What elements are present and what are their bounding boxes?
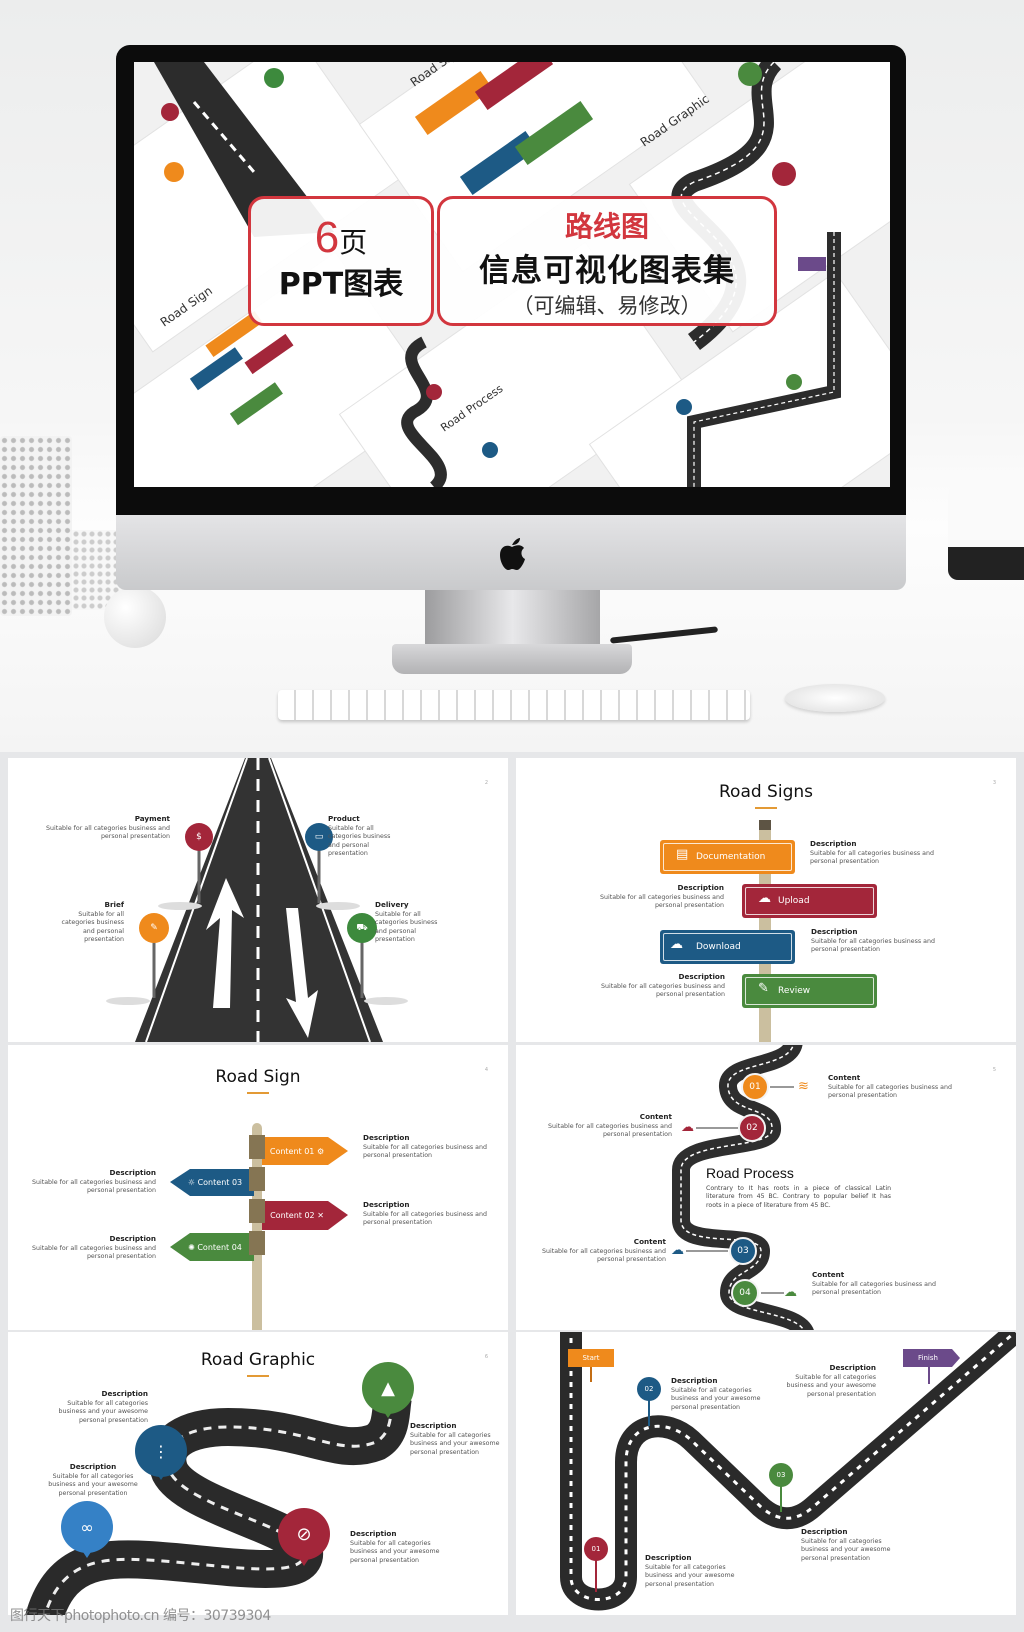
truck-icon: ⛟ bbox=[347, 913, 377, 943]
banner-page-count: 6页 PPT图表 bbox=[248, 196, 434, 326]
pin-description: Description Suitable for all categories b… bbox=[671, 1376, 761, 1411]
sign-content-03: ☼ Content 03 bbox=[187, 1178, 243, 1187]
pin-description: Description Suitable for all categories b… bbox=[58, 1389, 148, 1424]
page-number: 3 bbox=[992, 780, 996, 786]
slide-road-sign: Road Sign 4 Content 01 ⚙ ☼ Content 03 Co… bbox=[8, 1045, 508, 1330]
sign-description: Description Suitable for all categories b… bbox=[363, 1200, 488, 1227]
monitor-stand-base bbox=[392, 644, 632, 674]
sign-content-04: ✺ Content 04 bbox=[188, 1242, 242, 1252]
page-number: 6 bbox=[484, 1354, 488, 1360]
page-number: 2 bbox=[484, 780, 488, 786]
decorative-vase bbox=[0, 436, 72, 616]
step-03: 03 bbox=[729, 1237, 757, 1265]
pen bbox=[609, 626, 719, 644]
pin-description: Description Suitable for all categories b… bbox=[410, 1421, 500, 1456]
sign-description: Description Suitable for all categories b… bbox=[363, 1133, 488, 1160]
banner-heading: 路线图 bbox=[564, 210, 649, 243]
archive-box-icon: ▤ bbox=[676, 847, 689, 862]
banner-title: 路线图 信息可视化图表集 （可编辑、易修改） bbox=[437, 196, 777, 326]
pin-description: Description Suitable for all categories b… bbox=[645, 1553, 735, 1588]
cloud-check-icon: ☁ bbox=[671, 1243, 684, 1258]
slide-road-process: 01 02 03 04 ≋ ☁ ☁ ☁ Road Process Contrary… bbox=[516, 1045, 1016, 1330]
pin-description: Description Suitable for all categories b… bbox=[48, 1462, 138, 1497]
road-graphic bbox=[106, 758, 408, 1042]
pin-03: 03 bbox=[769, 1463, 793, 1487]
road-process-text: Road Process Contrary to It has roots in … bbox=[706, 1165, 891, 1210]
decorative-kettle bbox=[948, 470, 1024, 580]
step-description: Content Suitable for all categories busin… bbox=[547, 1112, 672, 1139]
keyboard bbox=[278, 690, 750, 720]
step-02: 02 bbox=[738, 1114, 766, 1142]
paragraph: Contrary to It has roots in a piece of c… bbox=[706, 1185, 891, 1209]
apple-logo-icon bbox=[500, 538, 525, 570]
layers-icon: ≋ bbox=[798, 1079, 809, 1094]
slide-start-finish: Start Finish 01 02 03 Description Suitabl… bbox=[516, 1332, 1016, 1615]
step-description: Content Suitable for all categories busin… bbox=[828, 1073, 953, 1100]
slide-title: Road Signs bbox=[516, 782, 1016, 809]
cloud-upload-icon: ☁ bbox=[681, 1120, 694, 1135]
pin-01: 01 bbox=[584, 1537, 608, 1561]
hero-mockup: Road Sign Road Signs Road Graphic Road P… bbox=[0, 0, 1024, 752]
sign-description: Description Suitable for all categories b… bbox=[31, 1234, 156, 1261]
money-bag-icon: $ bbox=[185, 823, 213, 851]
atom-icon: ✺ bbox=[188, 1242, 195, 1252]
banner-label: PPT图表 bbox=[278, 267, 404, 302]
sign-description: Description Suitable for all categories b… bbox=[600, 972, 725, 999]
pin-description: Brief Suitable for all categories busines… bbox=[61, 900, 124, 944]
pin-description: Delivery Suitable for all categories busi… bbox=[375, 900, 438, 944]
step-description: Content Suitable for all categories busin… bbox=[541, 1237, 666, 1264]
step-04: 04 bbox=[731, 1279, 759, 1307]
slide-title: Road Process bbox=[706, 1165, 794, 1181]
banner-subtitle: 信息可视化图表集 bbox=[479, 253, 735, 289]
document-edit-icon: ✎ bbox=[139, 913, 169, 943]
edit-icon: ✎ bbox=[758, 981, 769, 996]
satellite-dish-icon: ✕ bbox=[317, 1211, 324, 1220]
step-01: 01 bbox=[741, 1073, 769, 1101]
gear-icon: ⚙ bbox=[316, 1146, 325, 1156]
cloud-download-icon: ☁ bbox=[670, 937, 683, 952]
slide-title: Road Graphic bbox=[8, 1350, 508, 1377]
slide-road-pins: $ ▭ ✎ ⛟ 2 Payment Suitable for all catego… bbox=[8, 758, 508, 1042]
sign-description: Description Suitable for all categories b… bbox=[599, 883, 724, 910]
start-flag: Start bbox=[568, 1349, 614, 1367]
lightbulb-icon: ☼ bbox=[187, 1178, 196, 1187]
pin-description: Payment Suitable for all categories busin… bbox=[45, 814, 170, 841]
zigzag-road bbox=[560, 1332, 1016, 1611]
pin-description: Product Suitable for all categories busin… bbox=[328, 814, 391, 858]
slide-road-graphic: ▲ ⋮ ∞ ⊘ Road Graphic 6 Description Suitab… bbox=[8, 1332, 508, 1615]
compass-icon: ⊘ bbox=[278, 1508, 330, 1560]
watermark: 图行天下photophoto.cn 编号：30739304 bbox=[10, 1608, 271, 1624]
cloud-upload-icon: ☁ bbox=[758, 891, 771, 906]
pin-description: Description Suitable for all categories b… bbox=[786, 1363, 876, 1398]
step-description: Content Suitable for all categories busin… bbox=[812, 1270, 937, 1297]
sign-description: Description Suitable for all categories b… bbox=[810, 839, 935, 866]
sign-content-02: Content 02 ✕ bbox=[270, 1211, 324, 1220]
pin-description: Description Suitable for all categories b… bbox=[801, 1527, 891, 1562]
sign-content-01: Content 01 ⚙ bbox=[269, 1146, 325, 1156]
page-count: 6 bbox=[314, 213, 340, 262]
banner-note: （可编辑、易修改） bbox=[512, 294, 702, 318]
finish-flag: Finish bbox=[918, 1354, 938, 1362]
binoculars-icon: ∞ bbox=[61, 1501, 113, 1553]
sign-description: Description Suitable for all categories b… bbox=[31, 1168, 156, 1195]
pin-02: 02 bbox=[637, 1377, 661, 1401]
decorative-ball bbox=[104, 586, 166, 648]
pin-description: Description Suitable for all categories b… bbox=[350, 1529, 440, 1564]
mouse bbox=[785, 684, 885, 712]
pole-cap bbox=[759, 820, 771, 830]
cloud-download-icon: ☁ bbox=[784, 1285, 797, 1300]
slide-road-signs: Road Signs 3 Documentation Upload Downlo… bbox=[516, 758, 1016, 1042]
page-number: 5 bbox=[992, 1067, 996, 1073]
sign-description: Description Suitable for all categories b… bbox=[811, 927, 936, 954]
page-unit: 页 bbox=[339, 226, 368, 259]
